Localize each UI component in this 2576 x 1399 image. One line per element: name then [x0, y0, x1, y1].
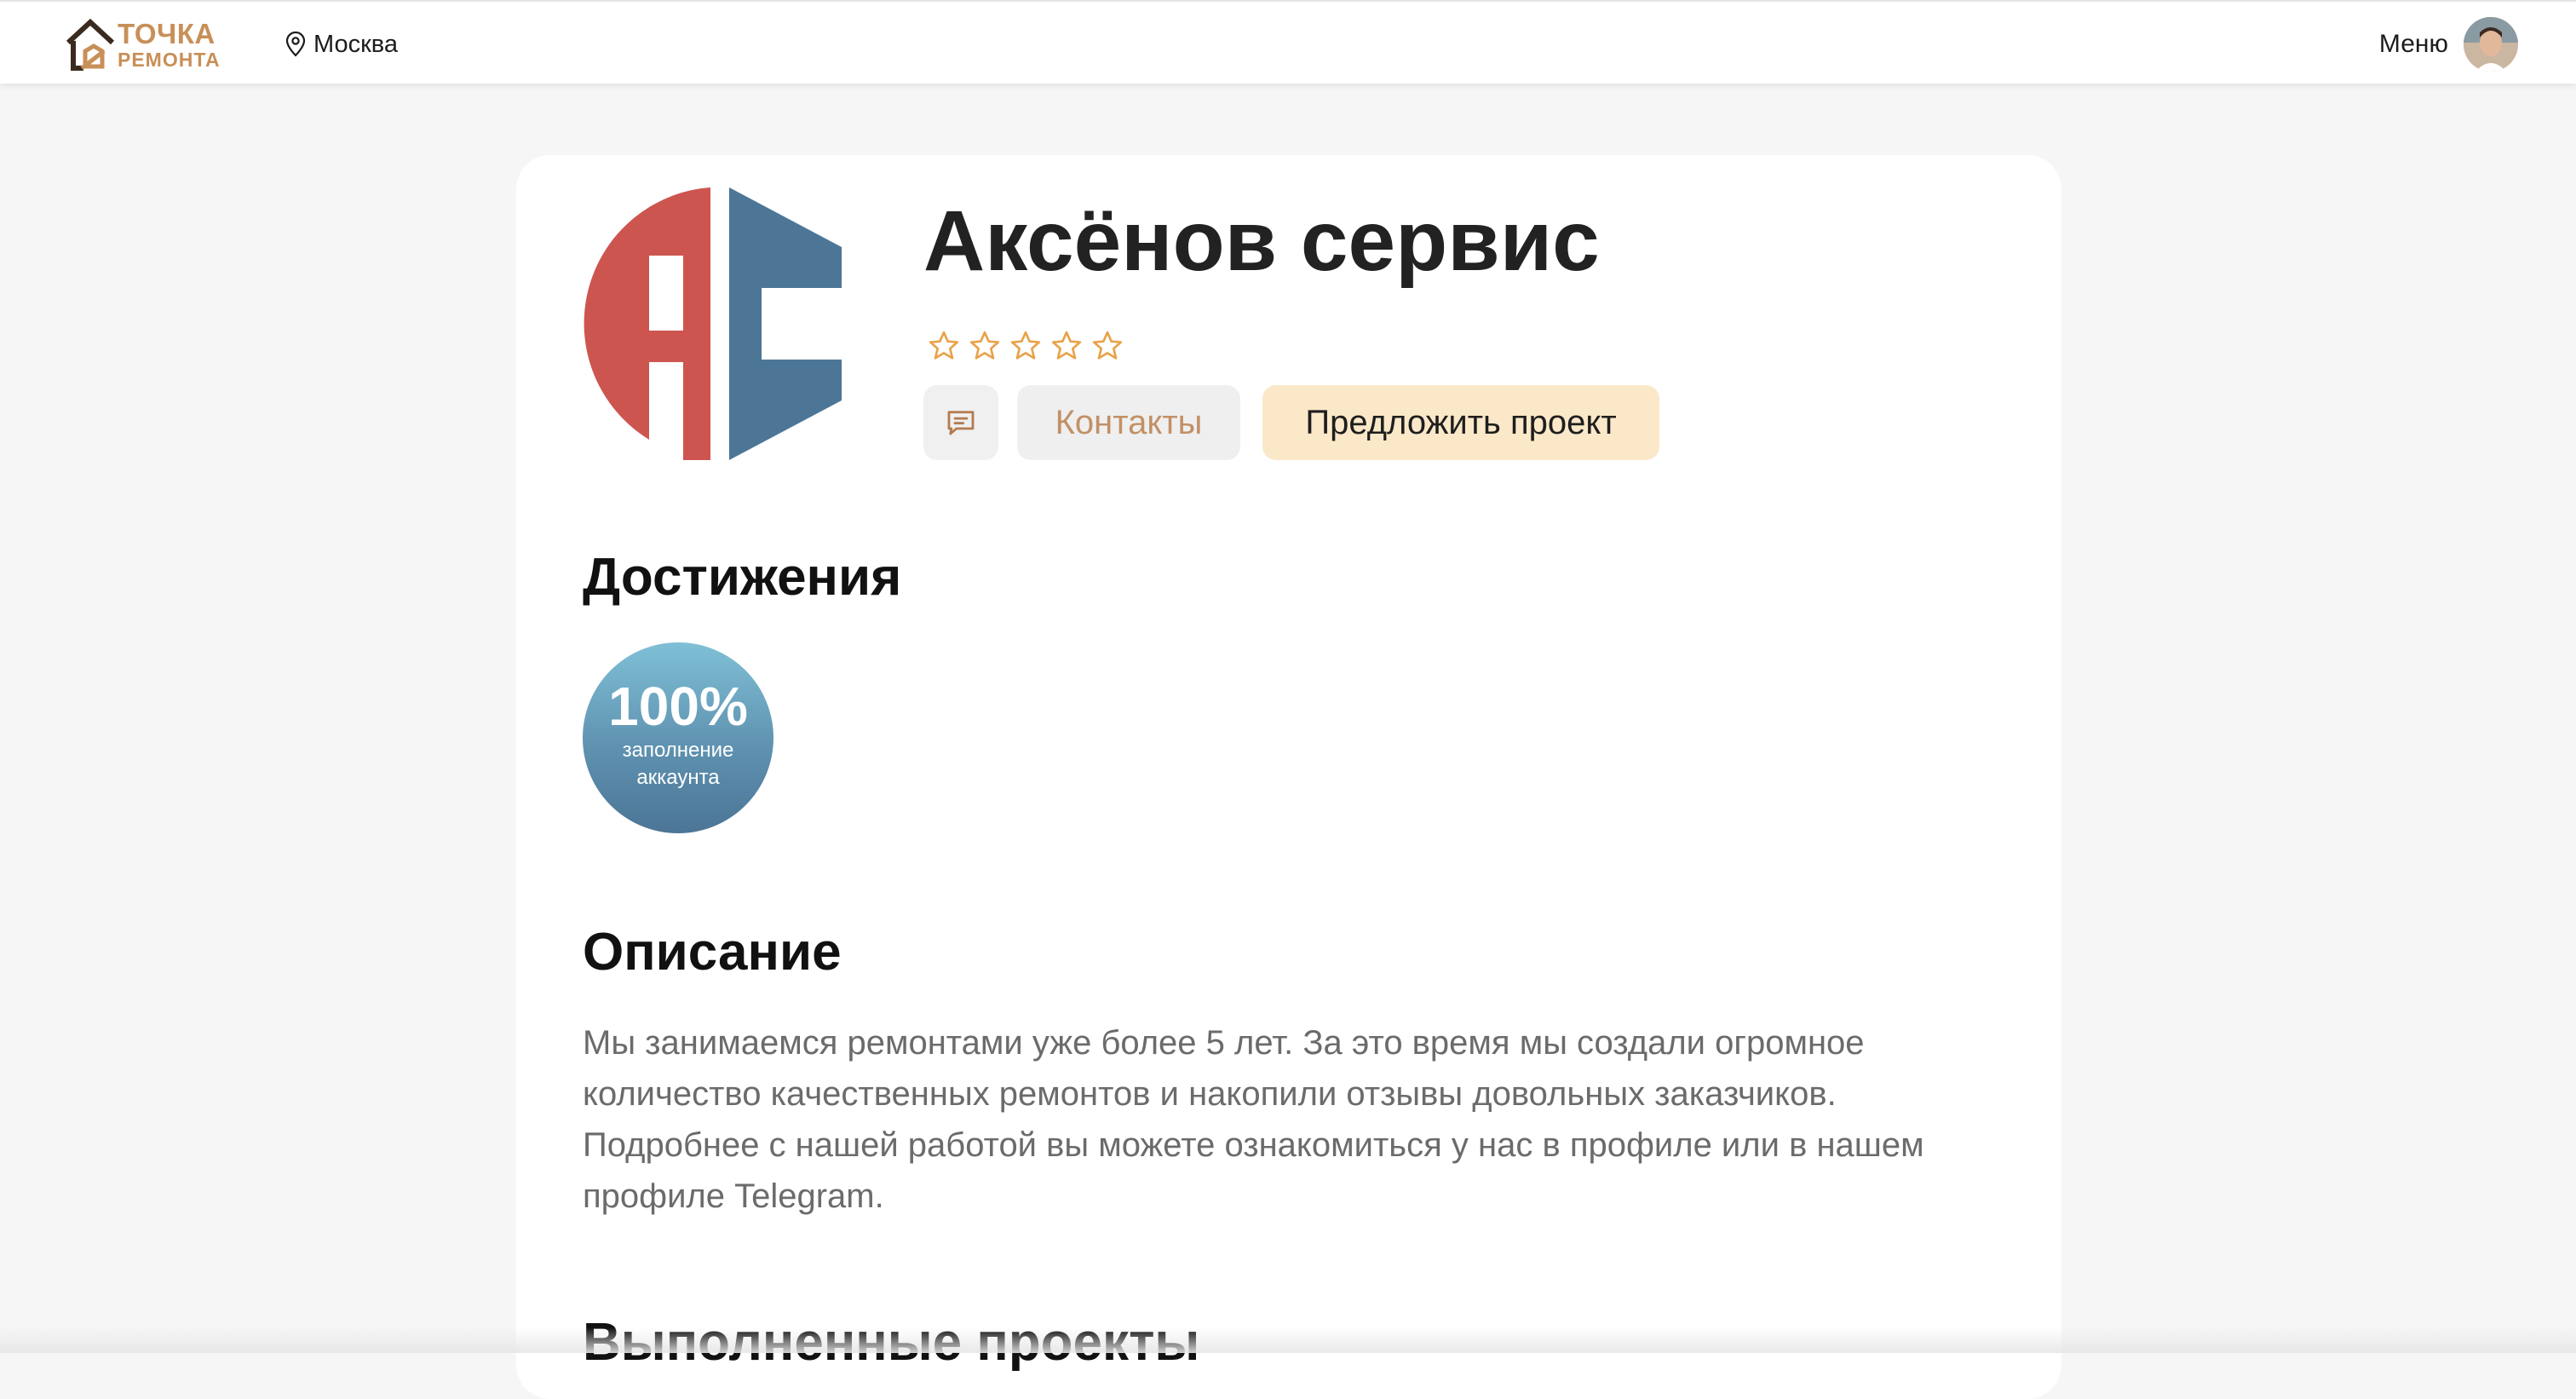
avatar-photo	[2464, 17, 2518, 72]
company-name: Аксёнов сервис	[923, 193, 1600, 289]
badge-line-2: аккаунта	[636, 766, 720, 789]
star-empty-icon	[969, 331, 1000, 360]
city-label: Москва	[313, 30, 399, 58]
star-empty-icon	[929, 331, 959, 360]
menu-label: Меню	[2378, 30, 2448, 58]
location-pin-icon	[285, 32, 306, 57]
description-text: Мы занимаемся ремонтами уже более 5 лет.…	[583, 1024, 1924, 1215]
badge-line-1: заполнение	[622, 739, 734, 762]
company-logo	[584, 187, 842, 460]
chat-bubble-icon	[947, 411, 975, 435]
rating-stars	[927, 329, 1131, 363]
star-empty-icon	[1092, 331, 1123, 360]
contacts-button[interactable]: Контакты	[1017, 385, 1240, 460]
top-header: ТОЧКА РЕМОНТА Москва Меню	[0, 0, 2576, 83]
projects-title: Выполненные проекты	[583, 1313, 1200, 1372]
logo-line-2: РЕМОНТА	[118, 48, 221, 71]
star-empty-icon	[1010, 331, 1041, 360]
city-selector[interactable]: Москва	[285, 27, 398, 61]
propose-project-button[interactable]: Предложить проект	[1262, 385, 1659, 460]
logo-line-1: ТОЧКА	[118, 17, 216, 49]
message-button[interactable]	[923, 385, 998, 460]
badge-percent: 100%	[608, 676, 748, 737]
description-title: Описание	[583, 923, 842, 982]
house-logo-icon	[66, 18, 115, 71]
company-profile-card: Аксёнов сервис Контакты Предложить проек…	[516, 155, 2061, 1399]
achievements-title: Достижения	[583, 548, 902, 607]
user-avatar[interactable]	[2464, 17, 2518, 72]
site-logo[interactable]: ТОЧКА РЕМОНТА	[65, 17, 235, 72]
achievement-badge: 100% заполнение аккаунта	[583, 642, 773, 833]
star-empty-icon	[1051, 331, 1082, 360]
menu-button[interactable]: Меню	[2379, 17, 2518, 72]
logo-text: ТОЧКА РЕМОНТА	[118, 20, 221, 70]
